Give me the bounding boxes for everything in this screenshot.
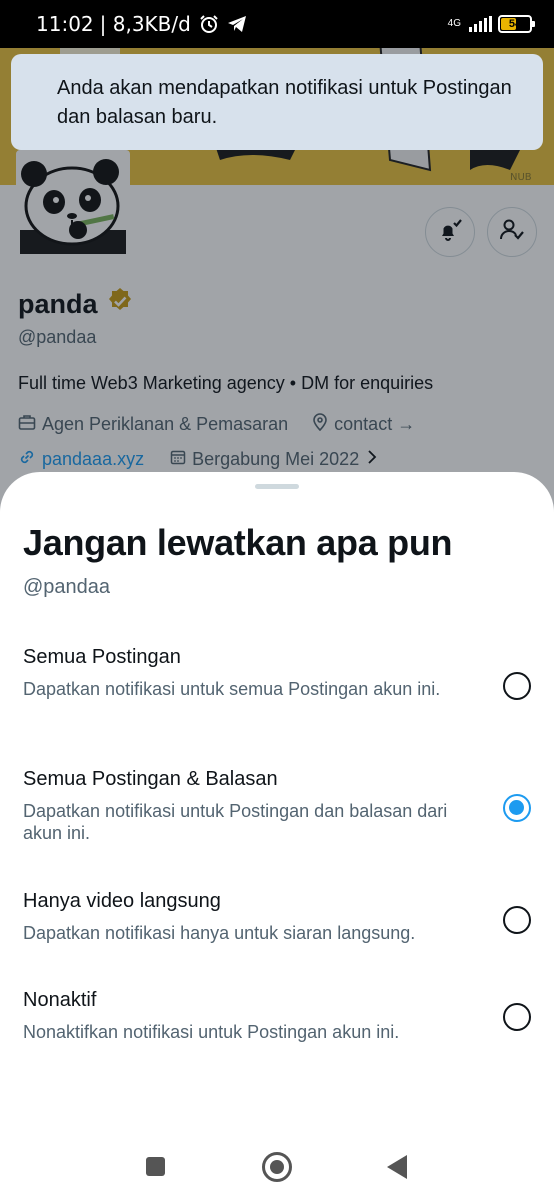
back-triangle-icon[interactable] [387, 1155, 407, 1179]
option-description: Dapatkan notifikasi untuk Postingan dan … [23, 801, 448, 843]
alarm-icon [199, 14, 219, 34]
option-off[interactable]: Nonaktif Nonaktifkan notifikasi untuk Po… [0, 989, 554, 1049]
sheet-handle: @pandaa [23, 576, 111, 598]
option-all-posts-and-replies[interactable]: Semua Postingan & Balasan Dapatkan notif… [0, 768, 554, 848]
option-title: Nonaktif [23, 989, 97, 1011]
sheet-drag-handle[interactable] [255, 484, 299, 489]
option-description: Dapatkan notifikasi hanya untuk siaran l… [23, 923, 416, 943]
notification-settings-sheet: Jangan lewatkan apa pun @pandaa Semua Po… [0, 472, 554, 1200]
status-time: 11:02 [36, 12, 94, 36]
battery-icon: 54 [498, 15, 535, 33]
option-live-video-only[interactable]: Hanya video langsung Dapatkan notifikasi… [0, 890, 554, 950]
recents-square-icon[interactable] [146, 1157, 165, 1176]
toast-message: Anda akan mendapatkan notifikasi untuk P… [57, 77, 512, 128]
signal-icon [469, 16, 492, 32]
radio-button[interactable] [503, 1003, 531, 1031]
system-navigation-bar [0, 1132, 554, 1200]
radio-button[interactable] [503, 672, 531, 700]
sheet-title: Jangan lewatkan apa pun [23, 522, 453, 563]
option-title: Semua Postingan & Balasan [23, 768, 278, 790]
radio-button-selected[interactable] [503, 794, 531, 822]
telegram-icon [227, 15, 247, 33]
network-type-label: 4G [447, 18, 461, 29]
option-title: Hanya video langsung [23, 890, 221, 912]
option-title: Semua Postingan [23, 646, 181, 668]
radio-button[interactable] [503, 906, 531, 934]
option-description: Dapatkan notifikasi untuk semua Postinga… [23, 679, 441, 699]
home-circle-icon[interactable] [262, 1152, 292, 1182]
notification-toast: Anda akan mendapatkan notifikasi untuk P… [11, 54, 543, 150]
status-bar: 11:02 | 8,3KB/d 4G 54 [0, 0, 554, 48]
option-description: Nonaktifkan notifikasi untuk Postingan a… [23, 1022, 400, 1042]
option-all-posts[interactable]: Semua Postingan Dapatkan notifikasi untu… [0, 646, 554, 726]
battery-level: 54 [508, 18, 522, 30]
status-network-speed: | 8,3KB/d [99, 12, 191, 36]
